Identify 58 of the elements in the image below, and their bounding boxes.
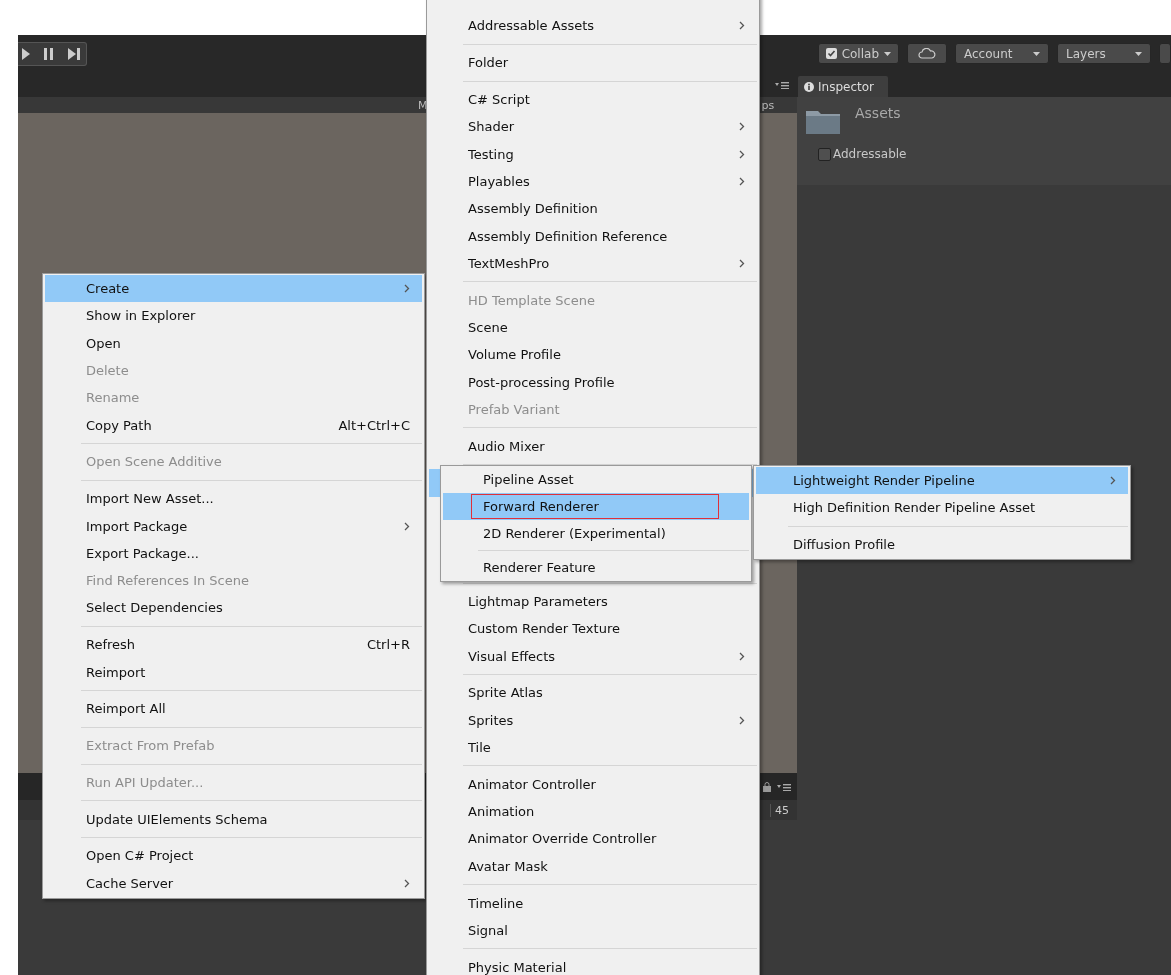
menu-item[interactable]: Reimport All — [45, 695, 422, 723]
menu-item[interactable]: Animation — [429, 798, 757, 826]
menu-item[interactable]: Copy Path Alt+Ctrl+C — [45, 411, 422, 439]
menu-item[interactable]: Update UIElements Schema — [45, 805, 422, 833]
menu-item[interactable]: Scene — [429, 313, 757, 342]
menu-item[interactable]: Select Dependencies — [45, 594, 422, 622]
menu-item[interactable]: Refresh Ctrl+R — [45, 631, 422, 659]
keyboard-shortcut: Alt+Ctrl+C — [338, 417, 410, 433]
menu-item[interactable]: Lightmap Parameters — [429, 587, 757, 616]
dropdown-button[interactable]: Account — [955, 43, 1049, 64]
menu-item[interactable]: Timeline — [429, 889, 757, 917]
menu-item[interactable]: Lightweight Render Pipeline — [756, 467, 1128, 495]
menu-item[interactable]: Animator Controller — [429, 770, 757, 798]
dropdown-button[interactable]: Layers — [1057, 43, 1151, 64]
menu-item[interactable]: Addressable Assets — [429, 12, 757, 40]
menu-item[interactable]: Custom Render Texture — [429, 615, 757, 643]
menu-item[interactable]: Export Package... — [45, 539, 422, 567]
count-text: 45 — [770, 803, 789, 817]
menu-item[interactable]: Visual Effects — [429, 642, 757, 670]
menu-item[interactable]: Assembly Definition — [429, 195, 757, 223]
menu-item[interactable]: Open C# Project — [45, 842, 422, 870]
menu-item[interactable]: Sprites — [429, 706, 757, 734]
menu-item[interactable]: Import New Asset... — [45, 485, 422, 513]
menu-item[interactable]: Folder — [429, 49, 757, 77]
keyboard-shortcut: Ctrl+R — [366, 637, 410, 653]
menu-item[interactable]: Physic Material — [429, 953, 757, 975]
menu-item[interactable]: Tile — [429, 733, 757, 762]
menu-item[interactable]: Import Package — [45, 512, 422, 540]
asset-name: Assets — [855, 105, 901, 121]
menu-item[interactable]: Shader — [429, 113, 757, 141]
menu-item[interactable]: Sprite Atlas — [429, 679, 757, 707]
menu-item[interactable]: C# Script — [429, 85, 757, 114]
menu-item[interactable]: Volume Profile — [429, 341, 757, 369]
menu-item[interactable]: Animator Override Controller — [429, 825, 757, 853]
toolbar-text: M — [418, 98, 428, 112]
menu-item[interactable]: Post-processing Profile — [429, 368, 757, 396]
menu-item[interactable]: Forward Renderer — [443, 493, 749, 520]
menu-item[interactable]: Open — [45, 329, 422, 357]
menu-item[interactable]: Avatar Mask — [429, 852, 757, 880]
menu-item[interactable]: Cache Server — [45, 869, 422, 897]
inspector-tab[interactable]: Inspector — [798, 76, 888, 97]
menu-item[interactable]: Signal — [429, 916, 757, 944]
menu-item[interactable]: Diffusion Profile — [756, 531, 1128, 559]
menu-item[interactable]: Pipeline Asset — [443, 466, 749, 493]
toolbar-text: ps — [761, 98, 775, 112]
menu-item[interactable]: 2D Renderer (Experimental) — [443, 520, 749, 547]
menu-item[interactable]: Audio Mixer — [429, 432, 757, 460]
menu-item[interactable]: High Definition Render Pipeline Asset — [756, 494, 1128, 522]
menu-item[interactable]: Testing — [429, 140, 757, 168]
menu-item[interactable]: Renderer Feature — [443, 554, 749, 581]
menu-item[interactable]: Create — [45, 275, 422, 303]
menu-item[interactable]: Assembly Definition Reference — [429, 222, 757, 250]
menu-item[interactable]: TextMeshPro — [429, 249, 757, 277]
checkbox-label: Addressable — [833, 147, 907, 161]
menu-item[interactable]: Playables — [429, 167, 757, 196]
menu-item[interactable]: Show in Explorer — [45, 302, 422, 330]
menu-item[interactable]: Reimport — [45, 658, 422, 686]
collab-button[interactable]: Collab — [817, 43, 899, 64]
